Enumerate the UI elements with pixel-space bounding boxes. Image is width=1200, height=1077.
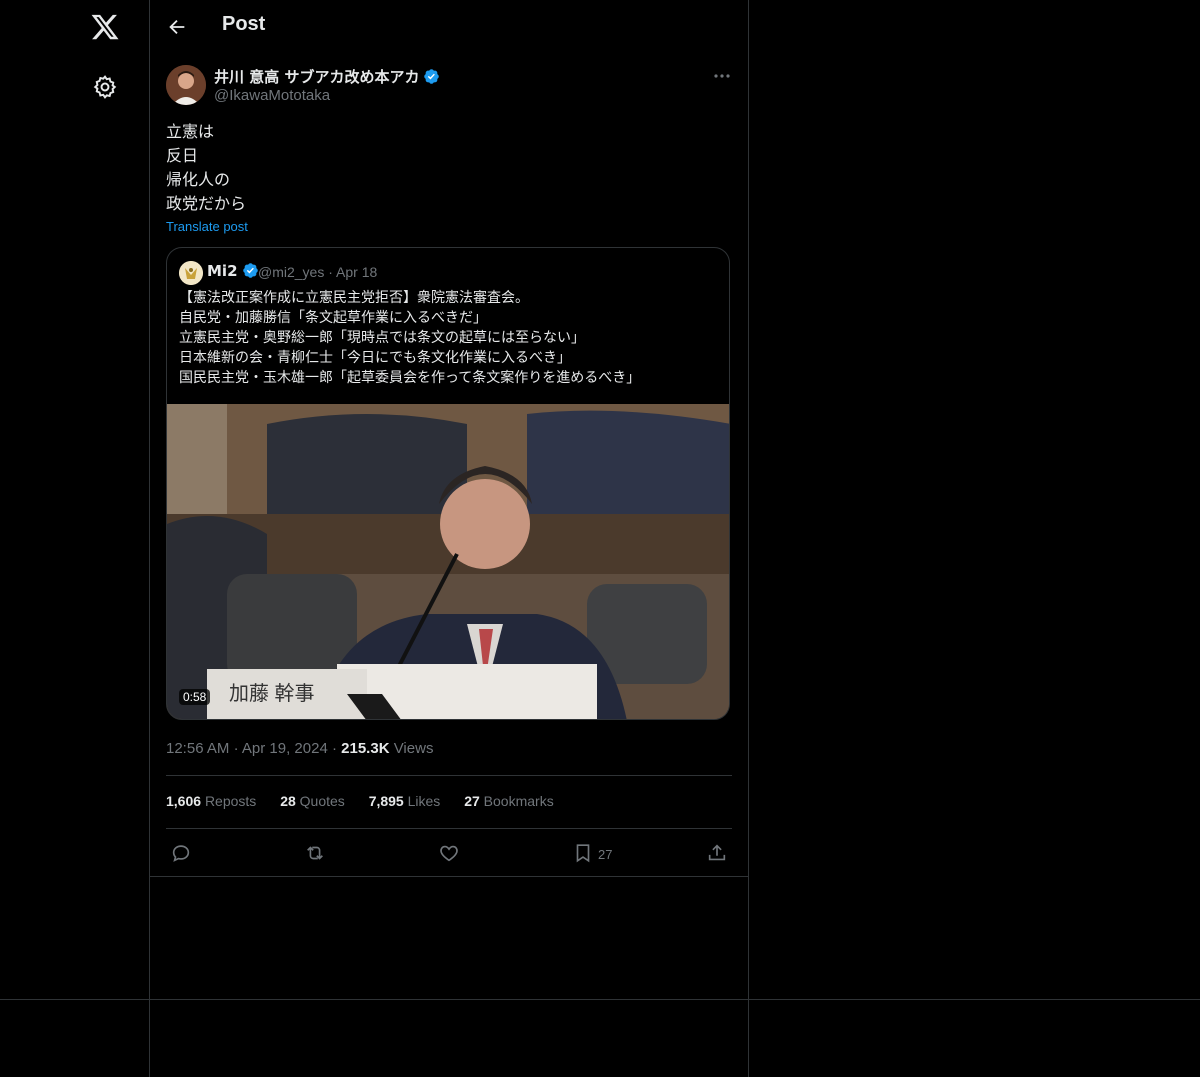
likes-count: 7,895 [368,793,404,809]
quote-handle: @mi2_yes [258,264,325,280]
quote-meta: @mi2_yes · Apr 18 [258,264,377,280]
post-line: 政党だから [166,194,247,213]
quote-line: 自民党・加藤勝信「条文起草作業に入るべきだ」 [179,310,487,326]
author-avatar[interactable] [166,65,206,105]
bottom-divider [0,999,1200,1000]
post-time[interactable]: 12:56 AM [166,740,229,757]
divider [166,828,732,829]
likes-label: Likes [407,793,441,809]
engagement-stats: 1,606 Reposts 28 Quotes 7,895 Likes 27 B… [166,793,574,809]
quote-date: Apr 18 [336,264,378,280]
translate-post-link[interactable]: Translate post [166,219,248,234]
like-icon[interactable] [438,842,460,864]
meta-dot: · [331,740,342,757]
action-bar: 27 [150,838,748,868]
quote-line: 国民民主党・玉木雄一郎「起草委員会を作って条文案作りを進めるべき」 [179,370,641,386]
post-text: 立憲は 反日 帰化人の 政党だから [166,120,246,216]
views-count: 215.3K [341,740,390,757]
video-duration: 0:58 [179,689,211,705]
likes-stat[interactable]: 7,895 Likes [369,793,441,809]
quote-author-name: Mi2 [207,262,238,280]
share-icon[interactable] [706,842,728,864]
reply-icon[interactable] [170,842,192,864]
author-handle[interactable]: @IkawaMototaka [214,87,330,104]
back-arrow-icon[interactable] [166,16,188,38]
author-name[interactable]: 井川 意高 サブアカ改め本アカ [214,68,419,86]
post-header: Post [150,0,748,54]
bookmarks-label: Bookmarks [483,793,554,809]
page-title: Post [222,13,266,35]
bookmarks-stat[interactable]: 27 Bookmarks [464,793,554,809]
quote-line: 立憲民主党・奥野総一郎「現時点では条文の起草には至らない」 [179,330,585,346]
column-divider-right [748,0,749,1077]
quote-line: 【憲法改正案作成に立憲民主党拒否】衆院憲法審査会。 [179,290,529,306]
quote-text: 【憲法改正案作成に立憲民主党拒否】衆院憲法審査会。 自民党・加藤勝信「条文起草作… [179,288,640,388]
bookmark-count: 27 [598,847,613,862]
post-timestamp: 12:56 AM · Apr 19, 2024 · 215.3K Views [166,740,433,757]
x-logo-icon[interactable] [90,12,120,42]
quote-avatar [179,261,203,285]
quoted-post[interactable]: Mi2 @mi2_yes · Apr 18 【憲法改正案作成に立憲民主党拒否】衆… [166,247,730,720]
quote-line: 日本維新の会・青柳仁士「今日にでも条文化作業に入るべき」 [179,350,571,366]
post-line: 立憲は [166,122,215,141]
quote-author-row: Mi2 [207,262,259,280]
bookmarks-count: 27 [464,793,480,809]
reposts-label: Reposts [204,793,257,809]
verified-badge-icon [242,262,259,279]
author-name-row[interactable]: 井川 意高 サブアカ改め本アカ [214,66,440,87]
quotes-stat[interactable]: 28 Quotes [280,793,345,809]
reposts-count: 1,606 [166,793,202,809]
repost-icon[interactable] [304,842,326,864]
divider [150,876,748,877]
quotes-label: Quotes [299,793,345,809]
post-line: 帰化人の [166,170,231,189]
post-date[interactable]: Apr 19, 2024 [242,740,328,757]
post-line: 反日 [166,146,199,165]
meta-dot: · [233,740,242,757]
meta-dot: · [328,264,333,280]
video-nameplate: 加藤 幹事 [229,681,315,705]
bookmark-icon[interactable] [572,842,594,864]
left-nav [0,0,149,1077]
more-options-icon[interactable] [712,66,732,86]
quotes-count: 28 [280,793,296,809]
gear-icon[interactable] [92,74,118,100]
reposts-stat[interactable]: 1,606 Reposts [166,793,256,809]
divider [166,775,732,776]
column-divider-left [149,0,150,1077]
views-label: Views [393,740,434,757]
video-player[interactable]: 加藤 幹事 0:58 [167,404,729,719]
verified-badge-icon [423,68,440,85]
